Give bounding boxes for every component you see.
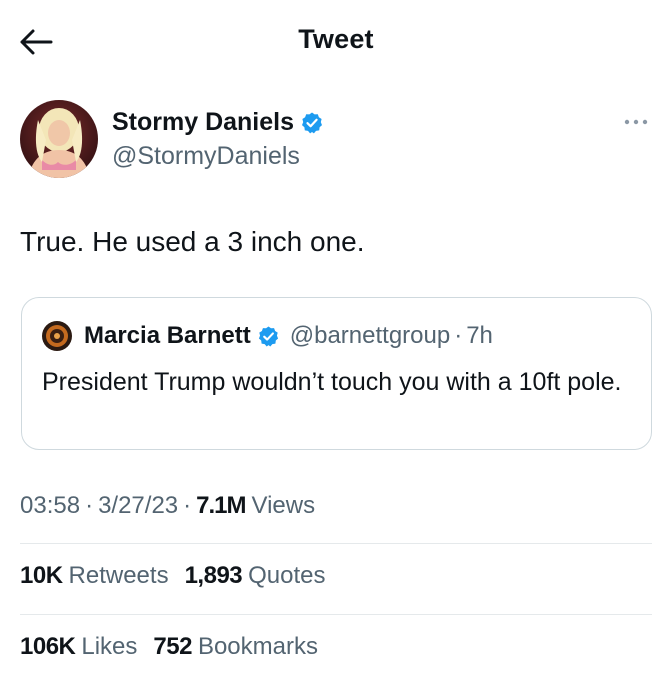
author-avatar[interactable] [20, 100, 98, 178]
quoted-author-avatar [42, 321, 72, 351]
likes-stat[interactable]: 106K Likes [20, 633, 137, 661]
retweets-stat[interactable]: 10K Retweets [20, 562, 169, 590]
bookmarks-count: 752 [153, 633, 192, 660]
meta-separator: · [183, 492, 192, 519]
quoted-avatar-image [42, 321, 72, 351]
more-options-button[interactable] [620, 110, 652, 134]
quoted-separator: · [454, 322, 463, 349]
header: Tweet [0, 0, 672, 84]
divider [20, 614, 652, 615]
quoted-tweet[interactable]: Marcia Barnett @barnettgroup · 7h Presid… [21, 297, 652, 450]
likes-label: Likes [81, 633, 138, 660]
quotes-stat[interactable]: 1,893 Quotes [185, 562, 326, 590]
tweet-detail-page: Tweet Stormy Daniels @StormyDaniels True… [0, 0, 672, 680]
author-handle[interactable]: @StormyDaniels [112, 142, 300, 171]
likes-count: 106K [20, 633, 76, 660]
quoted-author-name: Marcia Barnett [84, 322, 251, 349]
tweet-date[interactable]: 3/27/23 [98, 492, 178, 520]
quotes-count: 1,893 [184, 562, 243, 589]
tweet-text: True. He used a 3 inch one. [20, 226, 365, 257]
views-label: Views [251, 492, 316, 519]
more-horizontal-icon [624, 119, 648, 125]
verified-badge-icon [258, 325, 278, 346]
bookmarks-label: Bookmarks [197, 633, 318, 660]
retweets-count: 10K [20, 562, 63, 589]
page-title: Tweet [298, 24, 374, 54]
author-name[interactable]: Stormy Daniels [112, 108, 294, 137]
quoted-timestamp: 7h [466, 322, 493, 349]
quoted-tweet-header: Marcia Barnett @barnettgroup · 7h [42, 320, 493, 352]
engagement-stats-row-2: 106K Likes 752 Bookmarks [20, 633, 334, 661]
quoted-tweet-text: President Trump wouldn’t touch you with … [42, 368, 622, 396]
divider [20, 543, 652, 544]
verified-badge-icon [302, 112, 323, 133]
quoted-author-handle: @barnettgroup [289, 322, 451, 349]
tweet-time[interactable]: 03:58 [20, 492, 80, 520]
views-count: 7.1M [196, 492, 246, 519]
quotes-label: Quotes [248, 562, 326, 589]
avatar-image [20, 100, 98, 178]
engagement-stats-row-1: 10K Retweets 1,893 Quotes [20, 562, 342, 590]
author-name-row: Stormy Daniels [112, 108, 324, 137]
bookmarks-stat[interactable]: 752 Bookmarks [153, 633, 318, 661]
retweets-label: Retweets [68, 562, 169, 589]
tweet-author: Stormy Daniels @StormyDaniels [20, 100, 652, 180]
tweet-meta: 03:58 · 3/27/23 · 7.1M Views [20, 492, 315, 520]
meta-separator: · [85, 492, 94, 519]
